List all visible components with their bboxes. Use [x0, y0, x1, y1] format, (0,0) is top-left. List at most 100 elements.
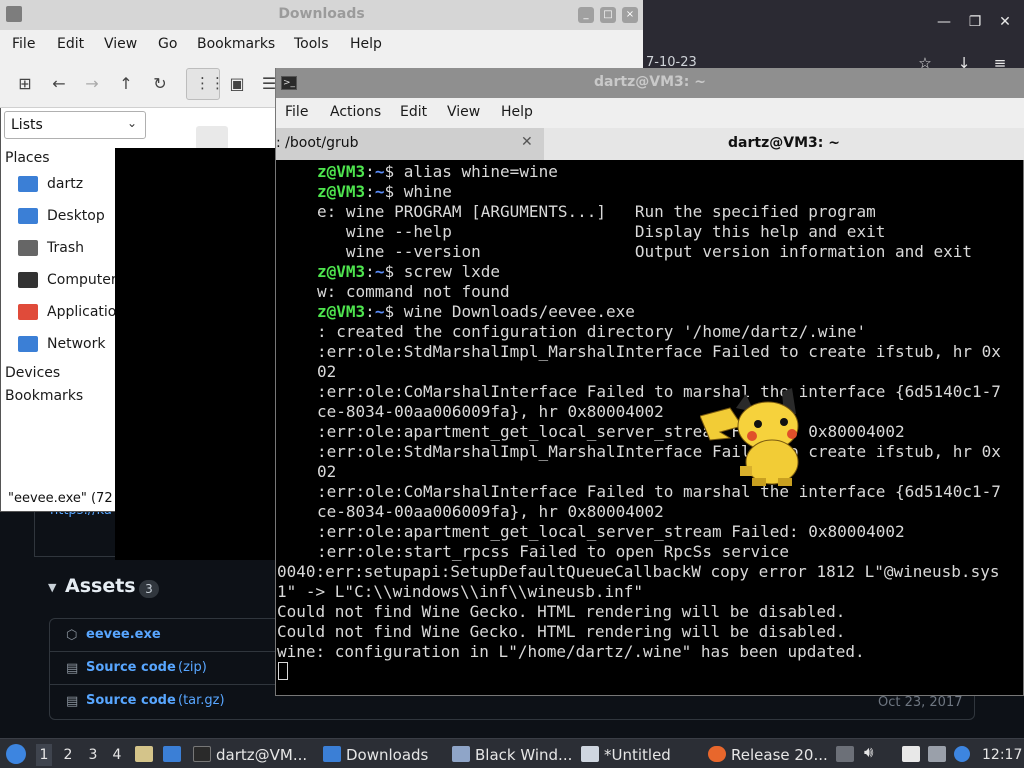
sidebar-item-computer[interactable]: Computer	[18, 272, 117, 296]
task-downloads[interactable]: Downloads	[323, 744, 428, 766]
terminal-line: z@VM3:~$ wine Downloads/eevee.exe	[317, 302, 635, 322]
sidebar-item-label: Desktop	[47, 208, 105, 224]
start-menu-icon[interactable]	[6, 744, 26, 764]
menu-tools[interactable]: Tools	[294, 36, 329, 52]
new-tab-icon[interactable]: ⊞	[12, 72, 38, 96]
menu-view[interactable]: View	[447, 104, 480, 120]
workspace-3[interactable]: 3	[85, 744, 101, 766]
task-label: Black Wind...	[475, 746, 573, 764]
browser-close-button[interactable]: ✕	[990, 8, 1020, 36]
asset-name[interactable]: Source code	[86, 693, 176, 708]
sidebar-item-applications[interactable]: Applicatio	[18, 304, 116, 328]
task-untitled[interactable]: *Untitled	[581, 744, 671, 766]
devices-heading[interactable]: Devices	[5, 365, 60, 381]
terminal-icon	[193, 746, 211, 762]
sidebar-item-network[interactable]: Network	[18, 336, 105, 360]
window-title: Downloads	[278, 6, 365, 22]
terminal-line: wine --help Display this help and exit	[317, 222, 886, 241]
task-label: Downloads	[346, 746, 429, 764]
maximize-button[interactable]: □	[600, 7, 616, 23]
menu-help[interactable]: Help	[350, 36, 382, 52]
close-icon[interactable]: ✕	[521, 134, 533, 150]
task-terminal[interactable]: dartz@VM...	[193, 744, 307, 766]
side-pane-select[interactable]: Lists	[4, 111, 146, 139]
terminal-line: :err:ole:StdMarshalImpl_MarshalInterface…	[317, 342, 1001, 361]
assets-heading[interactable]: Assets	[65, 575, 136, 597]
prompt-colon: :	[365, 182, 375, 201]
terminal-line: Could not find Wine Gecko. HTML renderin…	[277, 602, 846, 621]
image-view-icon[interactable]: ▣	[224, 72, 250, 96]
command-text: $ alias whine=wine	[384, 162, 558, 181]
desktop-launcher-icon[interactable]	[163, 746, 181, 762]
sidebar-item-dartz[interactable]: dartz	[18, 176, 83, 200]
volume-icon[interactable]: 🔊︎	[864, 743, 882, 761]
zip-icon: ▤	[66, 694, 79, 709]
menu-file[interactable]: File	[12, 36, 35, 52]
terminal-menubar: File Actions Edit View Help	[276, 98, 1024, 128]
sidebar-item-desktop[interactable]: Desktop	[18, 208, 105, 232]
terminal-line: Could not find Wine Gecko. HTML renderin…	[277, 622, 846, 641]
prompt-path: ~	[374, 182, 385, 201]
prompt-path: ~	[374, 262, 385, 281]
command-text: $ whine	[384, 182, 452, 201]
terminal-line: : created the configuration directory '/…	[317, 322, 867, 341]
reload-icon[interactable]: ↻	[147, 72, 173, 96]
file-manager-launcher-icon[interactable]	[135, 746, 153, 762]
file-icon[interactable]	[196, 126, 228, 150]
sidebar-item-label: Network	[47, 336, 106, 352]
browser-maximize-button[interactable]: ❐	[960, 8, 990, 36]
command-text: $ wine Downloads/eevee.exe	[384, 302, 635, 321]
clipboard-icon[interactable]	[902, 746, 920, 762]
grid-view-icon[interactable]: ⋮⋮	[186, 68, 225, 100]
menu-view[interactable]: View	[104, 36, 137, 52]
minimize-button[interactable]: _	[578, 7, 594, 23]
menu-go[interactable]: Go	[158, 36, 177, 52]
terminal-output[interactable]: z@VM3:~$ alias whine=wine z@VM3:~$ whine e…	[277, 162, 1024, 694]
taskbar: 1 2 3 4 dartz@VM... Downloads Black Wind…	[0, 738, 1024, 768]
task-release[interactable]: Release 20...	[708, 744, 828, 766]
browser-minimize-button[interactable]: —	[929, 8, 959, 36]
terminal-line: 02	[317, 362, 337, 381]
menu-edit[interactable]: Edit	[57, 36, 84, 52]
task-label: *Untitled	[604, 746, 671, 764]
clock[interactable]: 12:17	[982, 744, 1022, 766]
asset-name[interactable]: eevee.exe	[86, 627, 161, 642]
menu-bookmarks[interactable]: Bookmarks	[197, 36, 275, 52]
menu-file[interactable]: File	[285, 104, 308, 120]
applications-icon	[18, 304, 38, 320]
computer-icon	[18, 272, 38, 288]
sidebar-item-label: Computer	[47, 272, 117, 288]
tab-label[interactable]: : /boot/grub	[276, 135, 359, 151]
tab-dartz-home[interactable]: dartz@VM3: ~	[544, 135, 1024, 151]
forward-arrow-icon[interactable]: →	[79, 72, 105, 96]
terminal-line: :err:ole:CoMarshalInterface Failed to ma…	[317, 382, 1001, 401]
menu-actions[interactable]: Actions	[330, 104, 381, 120]
task-black-window[interactable]: Black Wind...	[452, 744, 572, 766]
collapse-triangle-icon[interactable]: ▼	[48, 581, 56, 594]
chevron-down-icon[interactable]: ⌄	[127, 116, 137, 130]
terminal-line: 0040:err:setupapi:SetupDefaultQueueCallb…	[277, 562, 1000, 581]
terminal-line: :err:ole:apartment_get_local_server_stre…	[317, 522, 905, 541]
menu-help[interactable]: Help	[501, 104, 533, 120]
menu-edit[interactable]: Edit	[400, 104, 427, 120]
package-icon: ⬡	[66, 628, 78, 643]
terminal-line: :err:ole:start_rpcss Failed to open RpcS…	[317, 542, 790, 561]
network-status-icon[interactable]	[928, 746, 946, 762]
prompt-colon: :	[365, 302, 375, 321]
prompt-user: z@VM3	[317, 162, 366, 181]
workspace-4[interactable]: 4	[109, 744, 125, 766]
workspace-2[interactable]: 2	[60, 744, 76, 766]
asset-name[interactable]: Source code	[86, 660, 176, 675]
sidebar-item-label: Applicatio	[47, 304, 117, 320]
asset-ext: (zip)	[178, 660, 207, 675]
workspace-1[interactable]: 1	[36, 744, 52, 766]
sidebar-item-trash[interactable]: Trash	[18, 240, 84, 264]
bookmarks-heading[interactable]: Bookmarks	[5, 388, 83, 404]
update-icon[interactable]	[954, 746, 970, 762]
prompt-path: ~	[374, 162, 385, 181]
back-arrow-icon[interactable]: ←	[46, 72, 72, 96]
up-arrow-icon[interactable]: ↑	[113, 72, 139, 96]
media-icon[interactable]	[836, 746, 854, 762]
firefox-icon	[708, 746, 726, 762]
close-button[interactable]: ×	[622, 7, 638, 23]
